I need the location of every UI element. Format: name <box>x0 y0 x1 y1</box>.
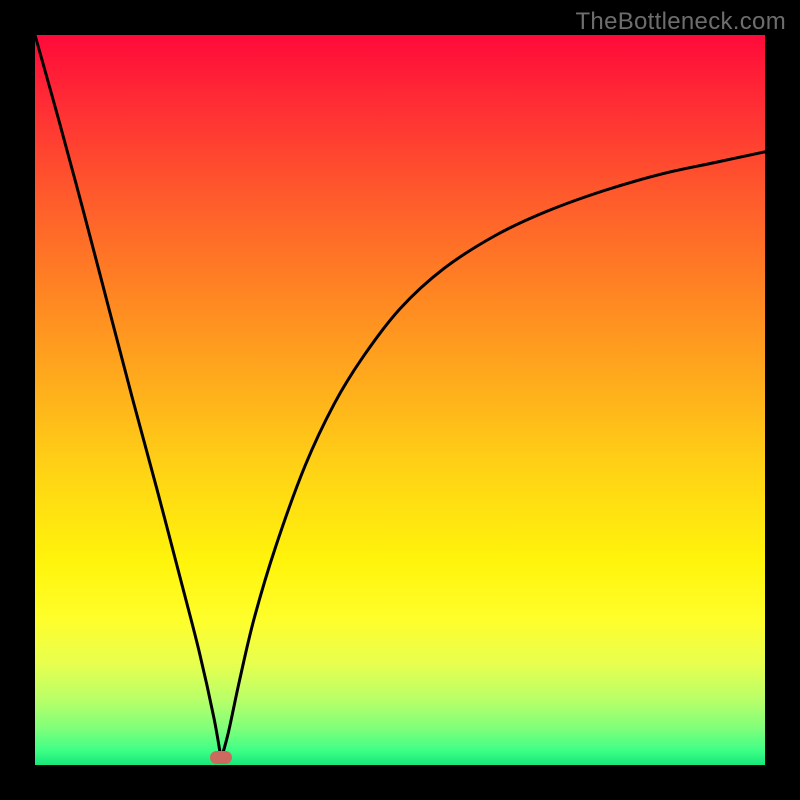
chart-frame: TheBottleneck.com <box>0 0 800 800</box>
minimum-marker <box>210 751 232 764</box>
watermark-text: TheBottleneck.com <box>575 8 786 36</box>
plot-area <box>35 35 765 765</box>
curve-layer <box>35 35 765 765</box>
bottleneck-curve <box>35 35 765 759</box>
